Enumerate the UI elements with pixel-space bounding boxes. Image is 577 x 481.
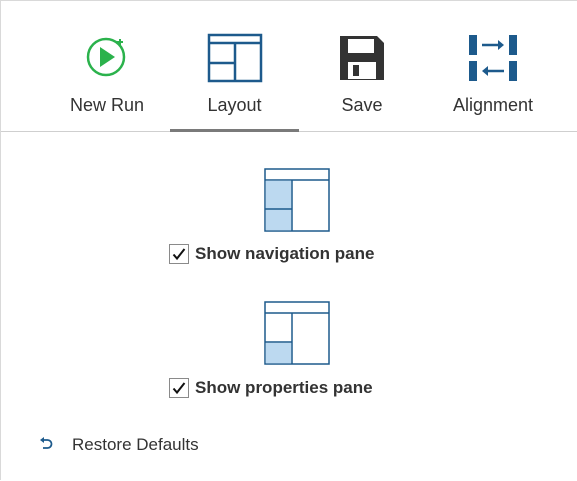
undo-icon [39, 436, 53, 455]
ribbon-toolbar: New Run Layout Save Alignment [1, 1, 577, 132]
alignment-label: Alignment [452, 95, 534, 115]
layout-label: Layout [207, 95, 262, 115]
properties-pane-label[interactable]: Show properties pane [195, 378, 373, 398]
restore-defaults-button[interactable]: Restore Defaults [39, 435, 199, 455]
navigation-pane-label[interactable]: Show navigation pane [195, 244, 374, 264]
checkmark-icon [172, 382, 186, 395]
layout-panel: New Run Layout Save Alignment Show navig… [0, 0, 577, 480]
new-run-play-icon [84, 33, 130, 84]
active-tab-indicator [170, 129, 299, 132]
save-label: Save [341, 95, 383, 115]
navigation-pane-option: Show navigation pane [169, 243, 374, 265]
alignment-icon [467, 33, 519, 88]
navigation-pane-layout-icon [264, 168, 330, 237]
properties-pane-checkbox[interactable] [169, 378, 189, 398]
new-run-label: New Run [69, 95, 145, 115]
navigation-pane-checkbox[interactable] [169, 244, 189, 264]
properties-pane-layout-icon [264, 301, 330, 370]
layout-icon [207, 33, 263, 88]
layout-options: Show navigation pane Show properties pan… [1, 133, 577, 481]
save-button[interactable]: Save [319, 29, 405, 132]
properties-pane-option: Show properties pane [169, 377, 373, 399]
alignment-button[interactable]: Alignment [443, 29, 543, 132]
layout-tab[interactable]: Layout [170, 29, 299, 132]
checkmark-icon [172, 248, 186, 261]
new-run-button[interactable]: New Run [59, 29, 155, 132]
restore-defaults-label: Restore Defaults [72, 435, 199, 454]
floppy-disk-icon [337, 33, 387, 88]
